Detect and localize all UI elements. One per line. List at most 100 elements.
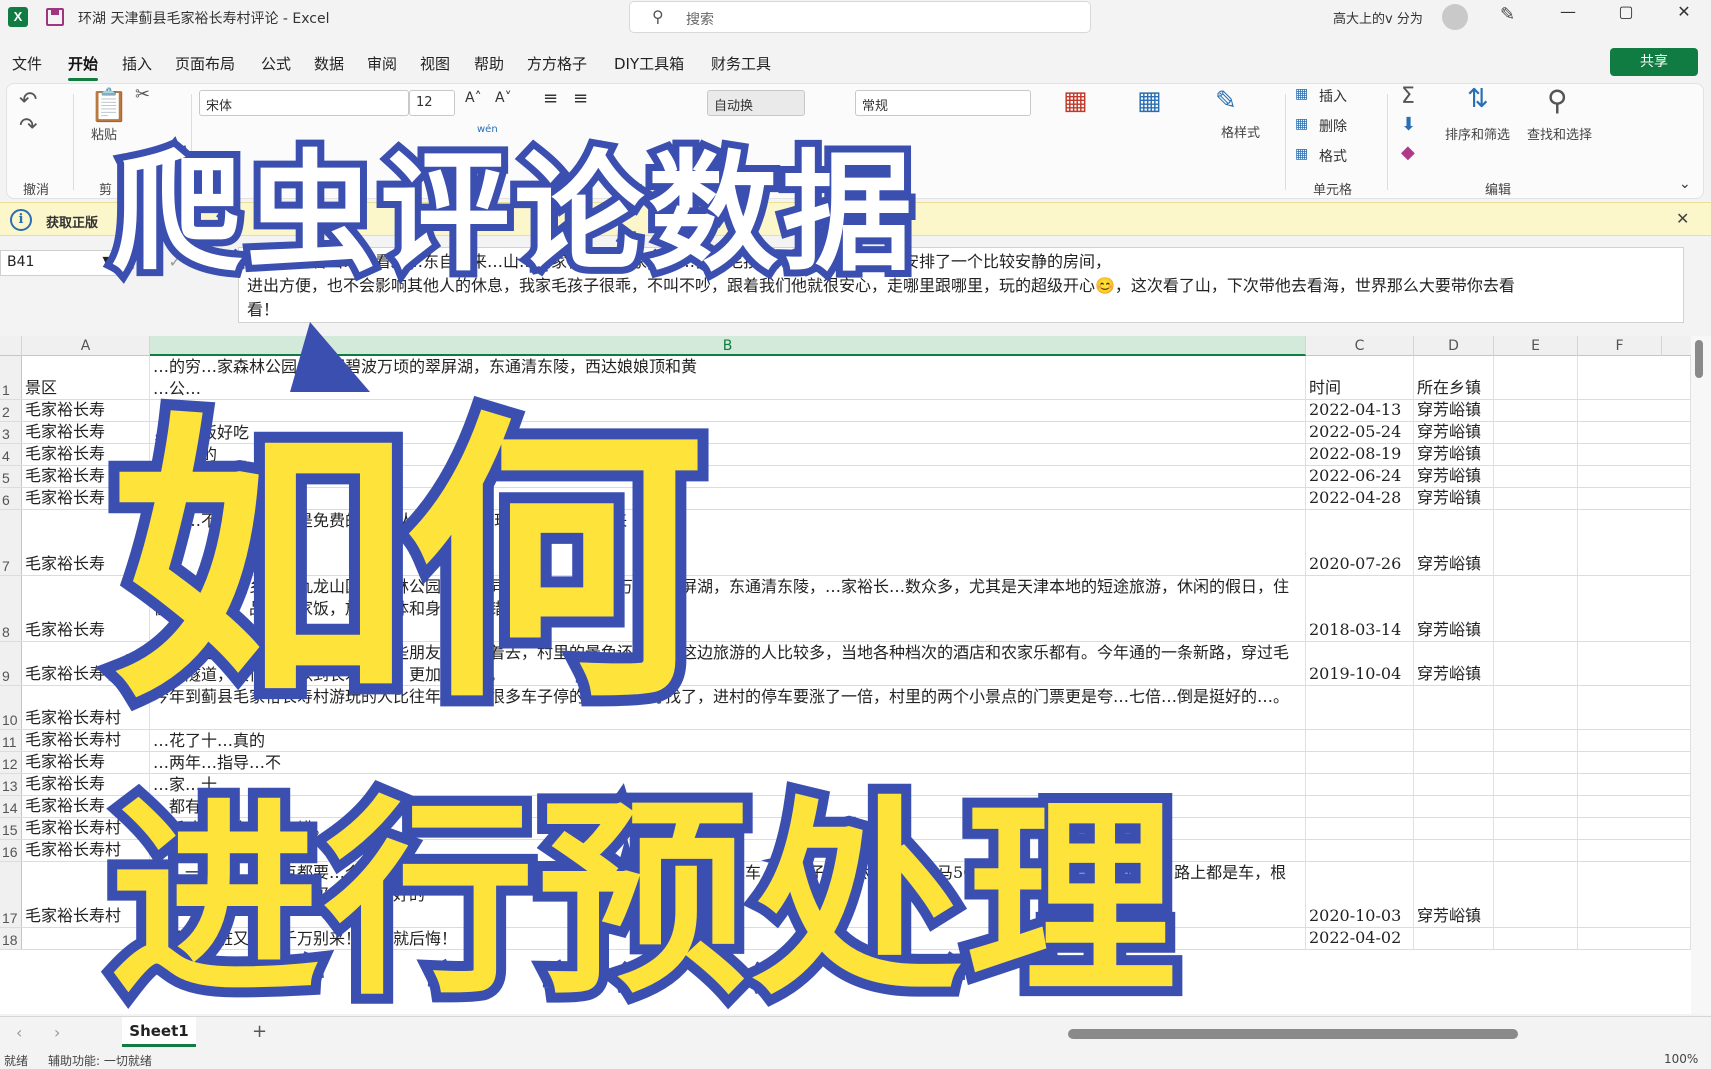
menu-formulas[interactable]: 公式 (261, 53, 291, 74)
cell-e[interactable] (1494, 510, 1578, 575)
cell-c[interactable] (1306, 686, 1414, 729)
cell-b[interactable]: ，农家饭好吃 (150, 422, 1306, 443)
cell-f[interactable] (1578, 928, 1691, 949)
cell-c[interactable]: 2020-07-26 (1306, 510, 1414, 575)
cell-f[interactable] (1578, 818, 1691, 839)
delete-cells-button[interactable]: 删除 (1319, 116, 1347, 136)
cell-c[interactable] (1306, 730, 1414, 751)
cell-a[interactable]: 毛家裕长寿 (22, 400, 150, 421)
font-size-select[interactable]: 12 (409, 90, 455, 116)
cell-d[interactable]: 穿芳峪镇 (1414, 488, 1494, 509)
cell-e[interactable] (1494, 444, 1578, 465)
cell-c[interactable]: 2022-08-19 (1306, 444, 1414, 465)
row-header[interactable]: 12 (0, 752, 22, 773)
cell-f[interactable] (1578, 730, 1691, 751)
name-box[interactable]: B41 ▼ (0, 250, 118, 276)
cell-f[interactable] (1578, 466, 1691, 487)
row-header[interactable]: 18 (0, 928, 22, 949)
cell-f[interactable] (1578, 796, 1691, 817)
cell-f[interactable] (1578, 444, 1691, 465)
menu-diy-toolbox[interactable]: DIY工具箱 (614, 53, 684, 74)
cell-a[interactable]: 毛家裕长寿村 (22, 840, 150, 861)
format-cells-button[interactable]: 格式 (1319, 146, 1347, 166)
restore-button[interactable]: ▢ (1606, 2, 1646, 21)
cell-e[interactable] (1494, 422, 1578, 443)
minimize-button[interactable]: — (1548, 2, 1588, 21)
phonetic-label[interactable]: wén (477, 124, 498, 135)
cell-f[interactable] (1578, 774, 1691, 795)
conditional-format-icon[interactable]: ▦ (1063, 86, 1088, 116)
cell-b[interactable]: …后才…长寿村…不错。 (150, 818, 1306, 839)
cell-c[interactable] (1306, 752, 1414, 773)
cell-b[interactable] (150, 400, 1306, 421)
cell-a[interactable]: 毛家裕长寿 (22, 488, 150, 509)
cell-b[interactable]: 来…一个村，有…点都要…个情人谷，…林…农…乞…款用品，没有…点，村里都是车，带… (150, 862, 1306, 927)
zoom-level[interactable]: 100% (1664, 1052, 1698, 1066)
cell-b[interactable]: …蓟州…芳裕乡…园九龙山国家森林公园相邻，同时南部也有碧波万顷的翠屏湖，东通清东… (150, 576, 1306, 641)
cell-e[interactable] (1494, 774, 1578, 795)
cell-d[interactable] (1414, 774, 1494, 795)
cell-a[interactable]: 毛家裕长寿村 (22, 642, 150, 685)
save-icon[interactable] (46, 8, 64, 26)
cell-d[interactable]: 穿芳峪镇 (1414, 862, 1494, 927)
cell-f[interactable] (1578, 752, 1691, 773)
paste-icon[interactable]: 📋 (89, 86, 129, 124)
column-header-a[interactable]: A (22, 336, 150, 356)
cell-e[interactable] (1494, 840, 1578, 861)
cell-a[interactable]: 毛家裕长寿 (22, 796, 150, 817)
cell-c[interactable]: 2022-04-13 (1306, 400, 1414, 421)
search-box[interactable]: ⚲ 搜索 (629, 1, 1091, 33)
cell-e[interactable] (1494, 752, 1578, 773)
row-header[interactable]: 11 (0, 730, 22, 751)
wrap-text-button[interactable]: 自动换 (707, 90, 805, 116)
cell-d[interactable]: 穿芳峪镇 (1414, 444, 1494, 465)
row-header[interactable]: 6 (0, 488, 22, 509)
find-select-button[interactable]: 查找和选择 (1527, 124, 1592, 143)
cut-icon[interactable]: ✂ (135, 84, 150, 105)
cell-d[interactable] (1414, 796, 1494, 817)
cell-f[interactable] (1578, 422, 1691, 443)
cell-d[interactable]: 穿芳峪镇 (1414, 642, 1494, 685)
menu-help[interactable]: 帮助 (474, 53, 504, 74)
fill-icon[interactable]: ⬇ (1401, 114, 1416, 135)
align-middle-icon[interactable]: ≡ (573, 88, 588, 109)
chevron-down-icon[interactable]: ⌄ (1679, 176, 1691, 192)
cell-d[interactable]: 所在乡镇 (1414, 356, 1494, 399)
select-all-corner[interactable] (0, 336, 22, 356)
sort-filter-icon[interactable]: ⇅ (1467, 84, 1489, 114)
menu-insert[interactable]: 插入 (122, 53, 152, 74)
cell-d[interactable] (1414, 730, 1494, 751)
cell-a[interactable]: 景区 (22, 356, 150, 399)
cell-e[interactable] (1494, 466, 1578, 487)
cell-b[interactable]: 门票…不可以爬山也是免费的 带老人孩子都可以玩的 下次还会在来 (150, 510, 1306, 575)
cell-f[interactable] (1578, 642, 1691, 685)
spreadsheet-grid[interactable]: A B C D E F 1 景区 …的穷…家森林公园，南邻碧波万顷的翠屏湖，东通清东… (0, 336, 1691, 1014)
row-header[interactable]: 8 (0, 576, 22, 641)
add-sheet-button[interactable]: + (252, 1021, 267, 1042)
insert-cells-button[interactable]: 插入 (1319, 86, 1347, 106)
cell-c[interactable]: 2022-05-24 (1306, 422, 1414, 443)
cell-b[interactable]: …花了十…真的 (150, 730, 1306, 751)
menu-ffgz[interactable]: 方方格子 (527, 53, 587, 74)
cell-d[interactable] (1414, 752, 1494, 773)
row-header[interactable]: 15 (0, 818, 22, 839)
prev-sheet-icon[interactable]: ‹ (16, 1023, 22, 1042)
menu-file[interactable]: 文件 (12, 53, 42, 74)
cell-b[interactable]: 没啥，又脏又乱，千万别来！来了就后悔！ (150, 928, 1306, 949)
cell-style-icon[interactable]: ✎ (1215, 86, 1237, 116)
cell-d[interactable] (1414, 818, 1494, 839)
cell-f[interactable] (1578, 840, 1691, 861)
avatar[interactable] (1442, 4, 1468, 30)
cell-d[interactable] (1414, 840, 1494, 861)
cell-a[interactable]: 毛家裕长寿村 (22, 818, 150, 839)
clear-icon[interactable]: ◆ (1401, 142, 1415, 163)
cell-b[interactable]: 是不错的 (150, 444, 1306, 465)
cell-b[interactable]: 蓟县的毛家峪长寿村，每年我们这些朋友都会约着去，村里的景色还可以。这边旅游的人比… (150, 642, 1306, 685)
close-icon[interactable]: ✕ (1676, 209, 1689, 228)
cell-f[interactable] (1578, 488, 1691, 509)
cell-e[interactable] (1494, 686, 1578, 729)
align-top-icon[interactable]: ≡ (543, 88, 558, 109)
cell-c[interactable] (1306, 774, 1414, 795)
cell-a[interactable]: 毛家裕长寿村 (22, 686, 150, 729)
cell-b[interactable] (150, 466, 1306, 487)
